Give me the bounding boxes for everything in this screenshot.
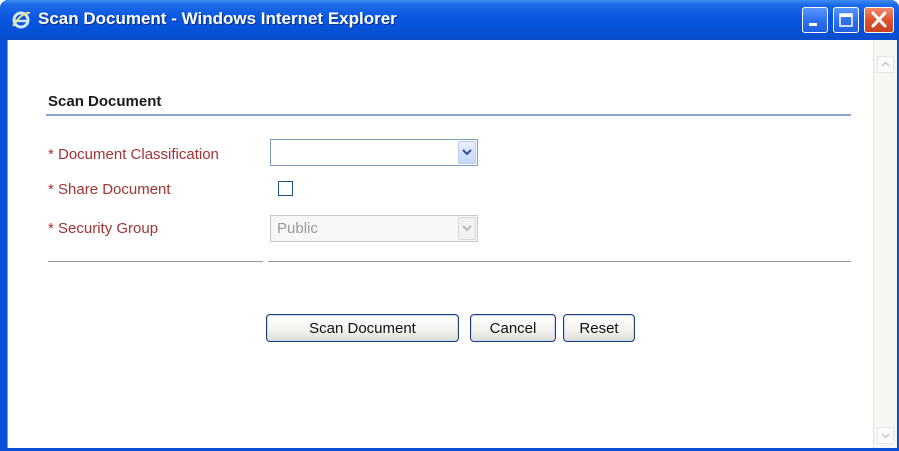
- document-classification-select[interactable]: [270, 139, 478, 166]
- security-group-select[interactable]: Public: [270, 215, 478, 242]
- section-title: Scan Document: [48, 93, 162, 110]
- maximize-button[interactable]: [833, 7, 859, 33]
- close-button[interactable]: [864, 7, 894, 33]
- window-title: Scan Document - Windows Internet Explore…: [38, 9, 397, 28]
- page-content: Scan Document * Document Classification …: [7, 40, 897, 448]
- scroll-up-button[interactable]: [877, 56, 894, 73]
- scroll-down-button[interactable]: [877, 427, 894, 444]
- form-divider-right: [268, 261, 851, 262]
- document-classification-label: * Document Classification: [48, 146, 219, 163]
- share-document-label: * Share Document: [48, 181, 171, 198]
- close-icon: [871, 11, 887, 28]
- share-document-checkbox[interactable]: [278, 181, 293, 196]
- chevron-up-icon: [881, 61, 890, 67]
- title-bar[interactable]: Scan Document - Windows Internet Explore…: [0, 0, 899, 40]
- dropdown-arrow-button: [458, 217, 476, 240]
- security-group-label: * Security Group: [48, 220, 159, 237]
- ie-icon: [10, 9, 32, 31]
- browser-window: Scan Document - Windows Internet Explore…: [0, 0, 899, 451]
- chevron-down-icon: [462, 149, 472, 156]
- cancel-button[interactable]: Cancel: [470, 314, 556, 342]
- dropdown-arrow-button[interactable]: [458, 141, 476, 164]
- section-divider: [46, 114, 851, 116]
- scan-document-button[interactable]: Scan Document: [266, 314, 459, 342]
- chevron-down-icon: [881, 433, 890, 439]
- vertical-scrollbar[interactable]: [873, 40, 897, 448]
- form-divider-left: [48, 261, 263, 262]
- security-group-value: Public: [277, 220, 318, 237]
- minimize-button[interactable]: [802, 7, 828, 33]
- maximize-icon: [839, 13, 853, 27]
- chevron-down-icon: [462, 225, 472, 232]
- reset-button[interactable]: Reset: [563, 314, 635, 342]
- minimize-icon: [809, 23, 817, 26]
